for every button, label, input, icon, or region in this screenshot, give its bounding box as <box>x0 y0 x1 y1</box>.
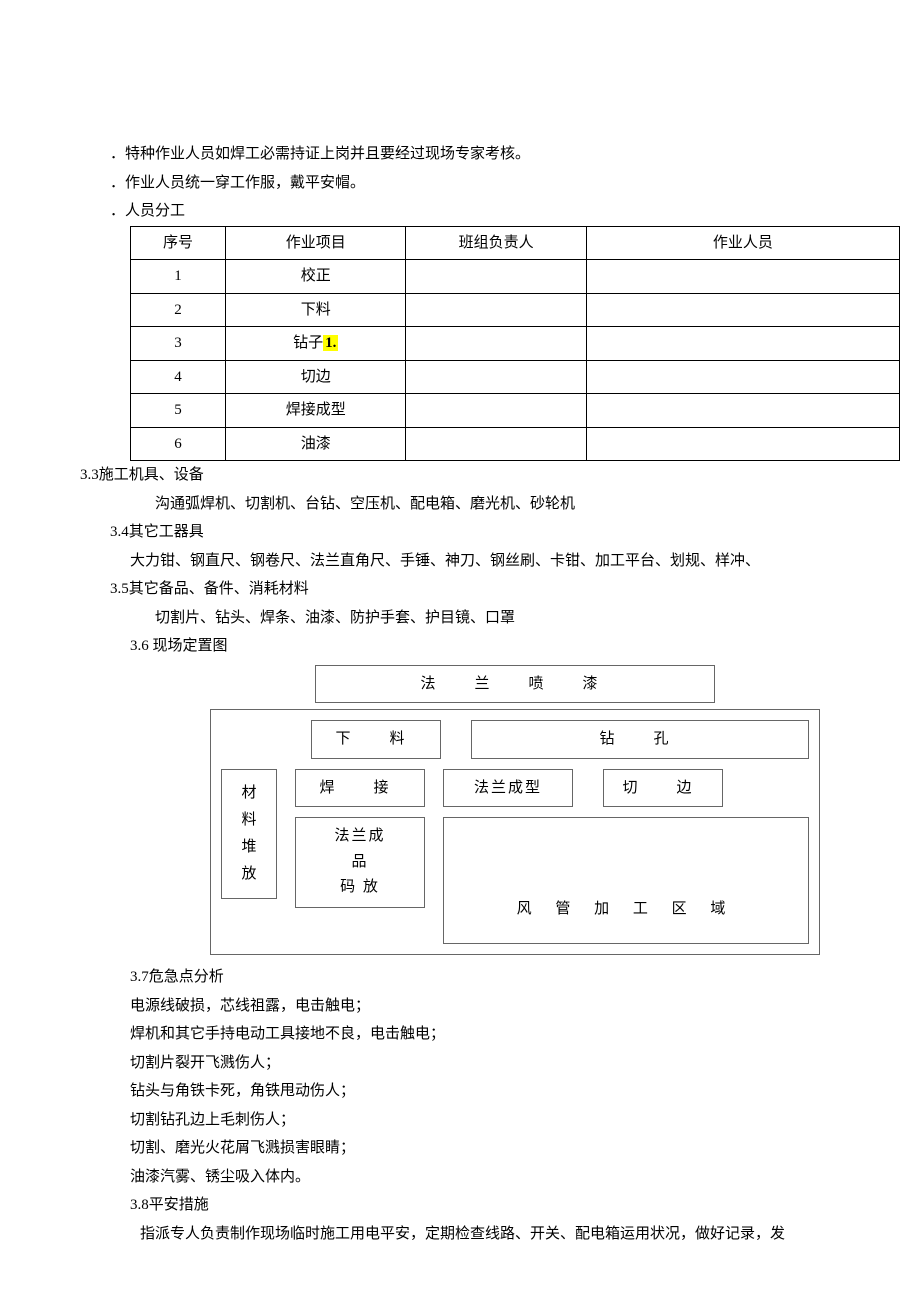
diag-trim: 切 边 <box>603 769 723 808</box>
diag-welding: 焊 接 <box>295 769 425 808</box>
cell-seq: 1 <box>131 260 226 294</box>
table-row: 4 切边 <box>131 360 900 394</box>
th-staff: 作业人员 <box>586 226 899 260</box>
table-row: 6 油漆 <box>131 427 900 461</box>
cell-item: 校正 <box>226 260 406 294</box>
section-3-7-title: 3.7危急点分析 <box>80 963 840 992</box>
cell-item: 油漆 <box>226 427 406 461</box>
cell-lead <box>406 327 586 361</box>
section-3-4-body: 大力钳、钢直尺、钢卷尺、法兰直角尺、手锤、神刀、钢丝刷、卡钳、加工平台、划规、样… <box>80 547 840 576</box>
diag-finished-stack: 法兰成 品 码 放 <box>295 817 425 908</box>
hazard-g: 油漆汽雾、锈尘吸入体内。 <box>80 1163 840 1192</box>
bullet-special-workers: ．特种作业人员如焊工必需持证上岗并且要经过现场专家考核。 <box>80 140 840 169</box>
section-3-8-title: 3.8平安措施 <box>80 1191 840 1220</box>
hazard-b: 焊机和其它手持电动工具接地不良，电击触电； <box>80 1020 840 1049</box>
table-header-row: 序号 作业项目 班组负责人 作业人员 <box>131 226 900 260</box>
diag-stack-line2: 品 <box>300 850 420 876</box>
cell-item-pre: 钻子 <box>293 335 323 351</box>
cell-item: 下料 <box>226 293 406 327</box>
cell-lead <box>406 293 586 327</box>
cell-item: 切边 <box>226 360 406 394</box>
table-row: 1 校正 <box>131 260 900 294</box>
cell-item-highlight: 1. <box>323 335 338 351</box>
cell-seq: 2 <box>131 293 226 327</box>
diag-drilling: 钻 孔 <box>471 720 809 759</box>
cell-lead <box>406 427 586 461</box>
diag-stack-line1: 法兰成 <box>300 824 420 850</box>
th-seq: 序号 <box>131 226 226 260</box>
bullet-uniform: ．作业人员统一穿工作服，戴平安帽。 <box>80 169 840 198</box>
cell-staff <box>586 394 899 428</box>
layout-diagram: 法 兰 喷 漆 下 料 钻 孔 材 料 堆 放 焊 接 <box>210 665 820 956</box>
section-3-3-body: 沟通弧焊机、切割机、台钻、空压机、配电箱、磨光机、砂轮机 <box>80 490 840 519</box>
bullet-division: ．人员分工 <box>80 197 840 226</box>
hazard-d: 钻头与角铁卡死，角铁甩动伤人； <box>80 1077 840 1106</box>
section-3-5-body: 切割片、钻头、焊条、油漆、防护手套、护目镜、口罩 <box>80 604 840 633</box>
cell-staff <box>586 427 899 461</box>
hazard-e: 切割钻孔边上毛刺伤人； <box>80 1106 840 1135</box>
cell-seq: 4 <box>131 360 226 394</box>
cell-staff <box>586 293 899 327</box>
section-3-5-title: 3.5其它备品、备件、消耗材料 <box>80 575 840 604</box>
cell-staff <box>586 360 899 394</box>
cell-item: 钻子1. <box>226 327 406 361</box>
cell-item: 焊接成型 <box>226 394 406 428</box>
cell-staff <box>586 260 899 294</box>
hazard-c: 切割片裂开飞溅伤人； <box>80 1049 840 1078</box>
section-3-3-title: 3.3施工机具、设备 <box>80 461 840 490</box>
section-3-8-body: 指派专人负责制作现场临时施工用电平安，定期检查线路、开关、配电箱运用状况，做好记… <box>80 1220 840 1249</box>
cell-seq: 6 <box>131 427 226 461</box>
cell-seq: 5 <box>131 394 226 428</box>
cell-lead <box>406 260 586 294</box>
cell-lead <box>406 360 586 394</box>
diag-duct-label: 风 管 加 工 区 域 <box>444 895 808 924</box>
table-row: 3 钻子1. <box>131 327 900 361</box>
cell-staff <box>586 327 899 361</box>
table-row: 5 焊接成型 <box>131 394 900 428</box>
table-row: 2 下料 <box>131 293 900 327</box>
diag-spray-paint: 法 兰 喷 漆 <box>315 665 715 704</box>
th-item: 作业项目 <box>226 226 406 260</box>
diag-duct-area: 风 管 加 工 区 域 <box>443 817 809 944</box>
hazard-f: 切割、磨光火花屑飞溅损害眼睛； <box>80 1134 840 1163</box>
diag-outer-frame: 下 料 钻 孔 材 料 堆 放 焊 接 法兰成 品 <box>210 709 820 955</box>
section-3-6-title: 3.6 现场定置图 <box>80 632 840 661</box>
diag-cutting: 下 料 <box>311 720 441 759</box>
cell-seq: 3 <box>131 327 226 361</box>
th-lead: 班组负责人 <box>406 226 586 260</box>
diag-stack-line3: 码 放 <box>300 875 420 901</box>
hazard-a: 电源线破损，芯线祖露，电击触电； <box>80 992 840 1021</box>
diag-material-stack: 材 料 堆 放 <box>221 769 277 899</box>
cell-lead <box>406 394 586 428</box>
diag-flange-form: 法兰成型 <box>443 769 573 808</box>
section-3-4-title: 3.4其它工器具 <box>80 518 840 547</box>
division-table: 序号 作业项目 班组负责人 作业人员 1 校正 2 下料 3 钻子1. 4 切边 <box>130 226 900 462</box>
